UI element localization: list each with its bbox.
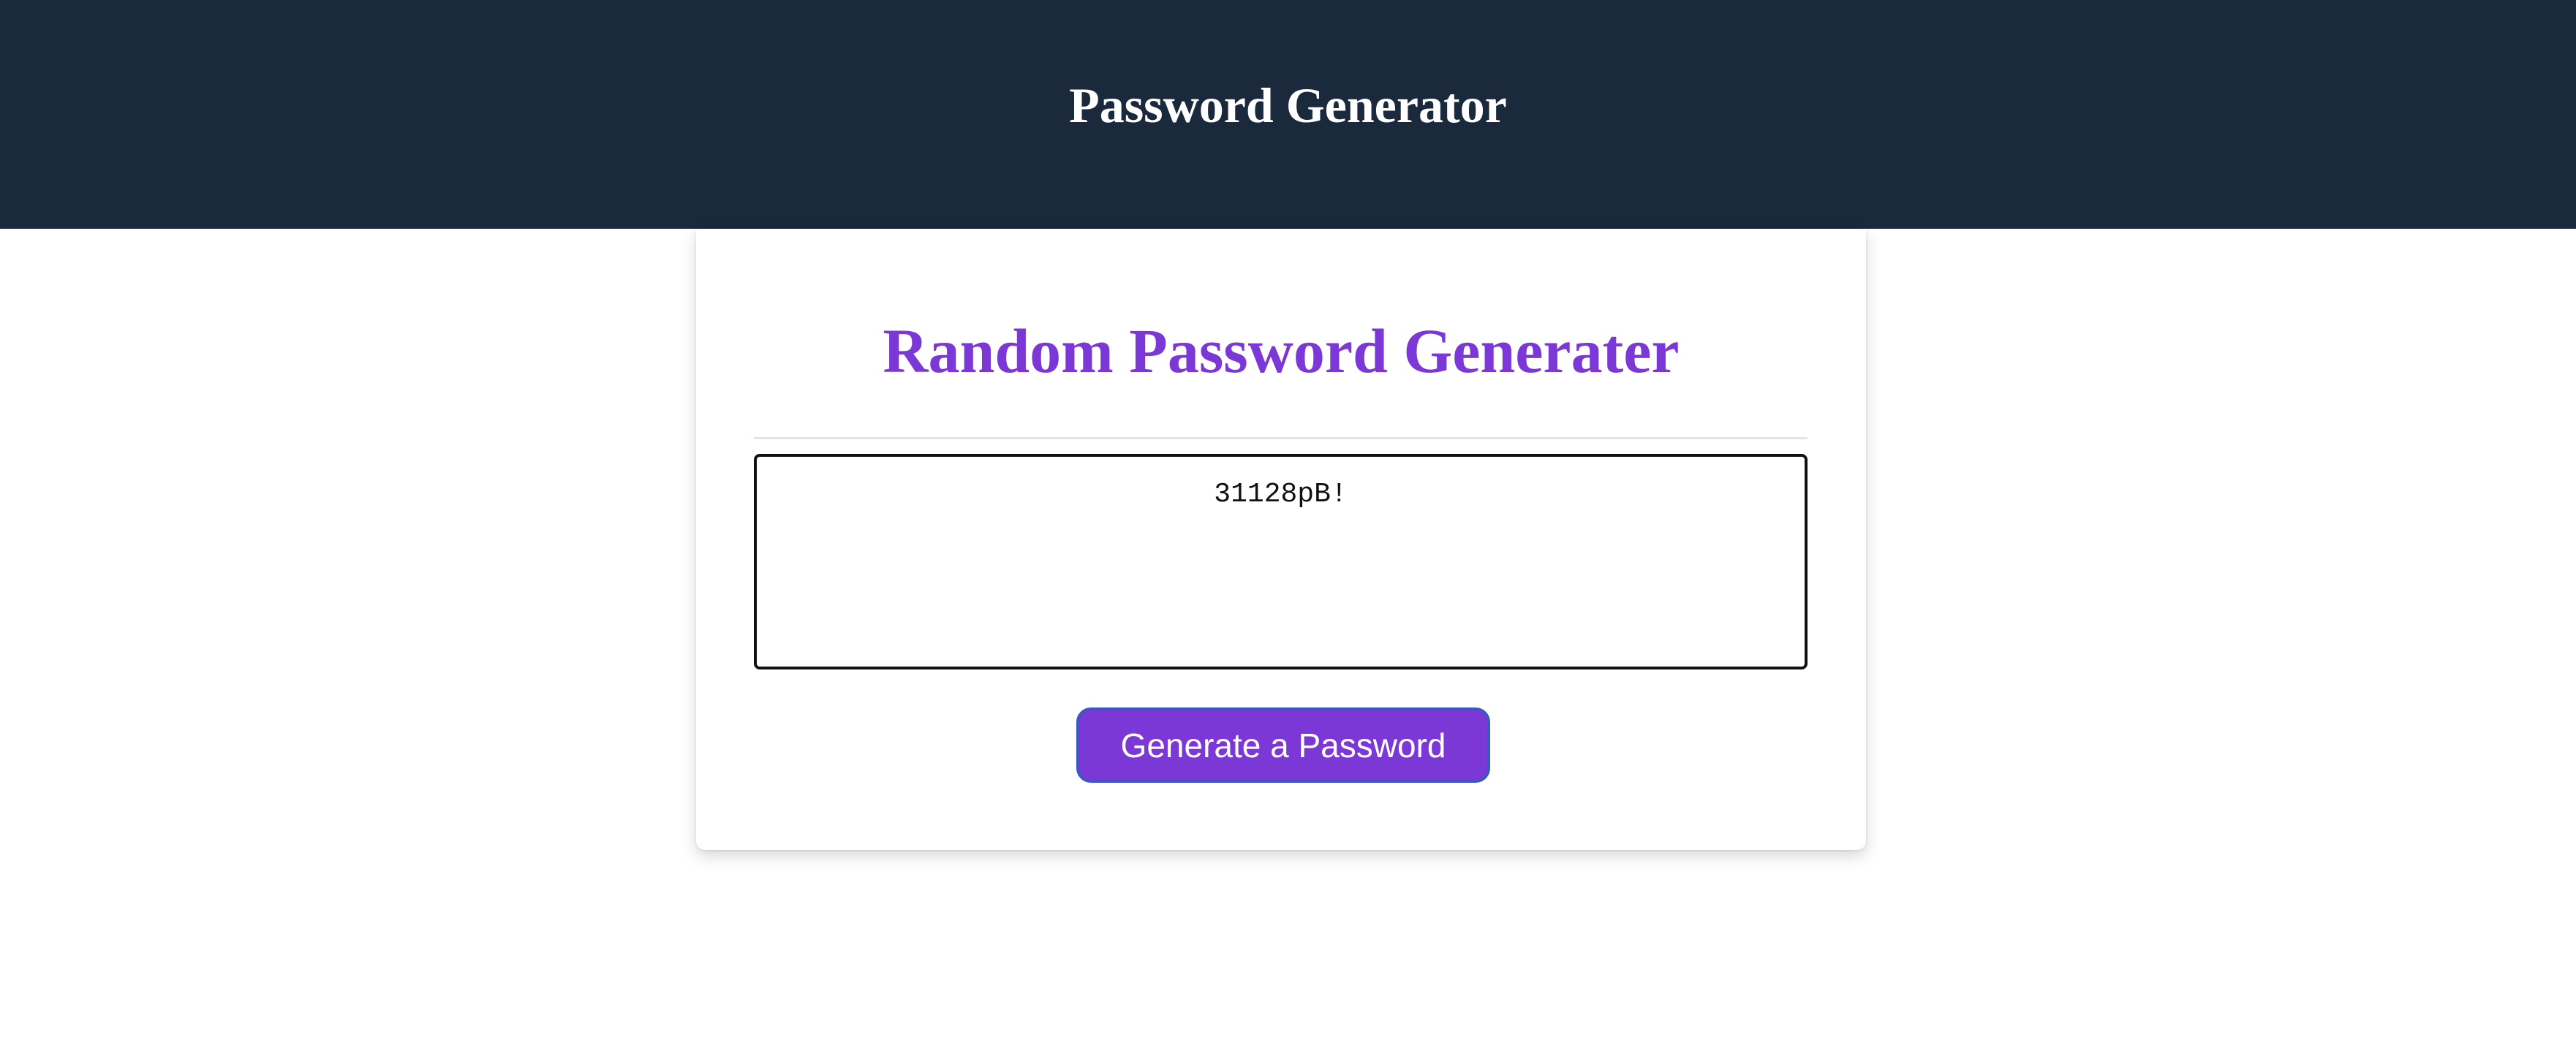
card-title: Random Password Generater xyxy=(883,316,1680,386)
generate-password-button[interactable]: Generate a Password xyxy=(1076,707,1490,783)
password-output[interactable]: 31128pB! xyxy=(754,454,1808,669)
header-title: Password Generator xyxy=(1069,77,1507,133)
password-generator-card: Random Password Generater 31128pB! Gener… xyxy=(696,229,1866,850)
top-header: Password Generator xyxy=(0,0,2576,229)
divider xyxy=(754,437,1808,439)
